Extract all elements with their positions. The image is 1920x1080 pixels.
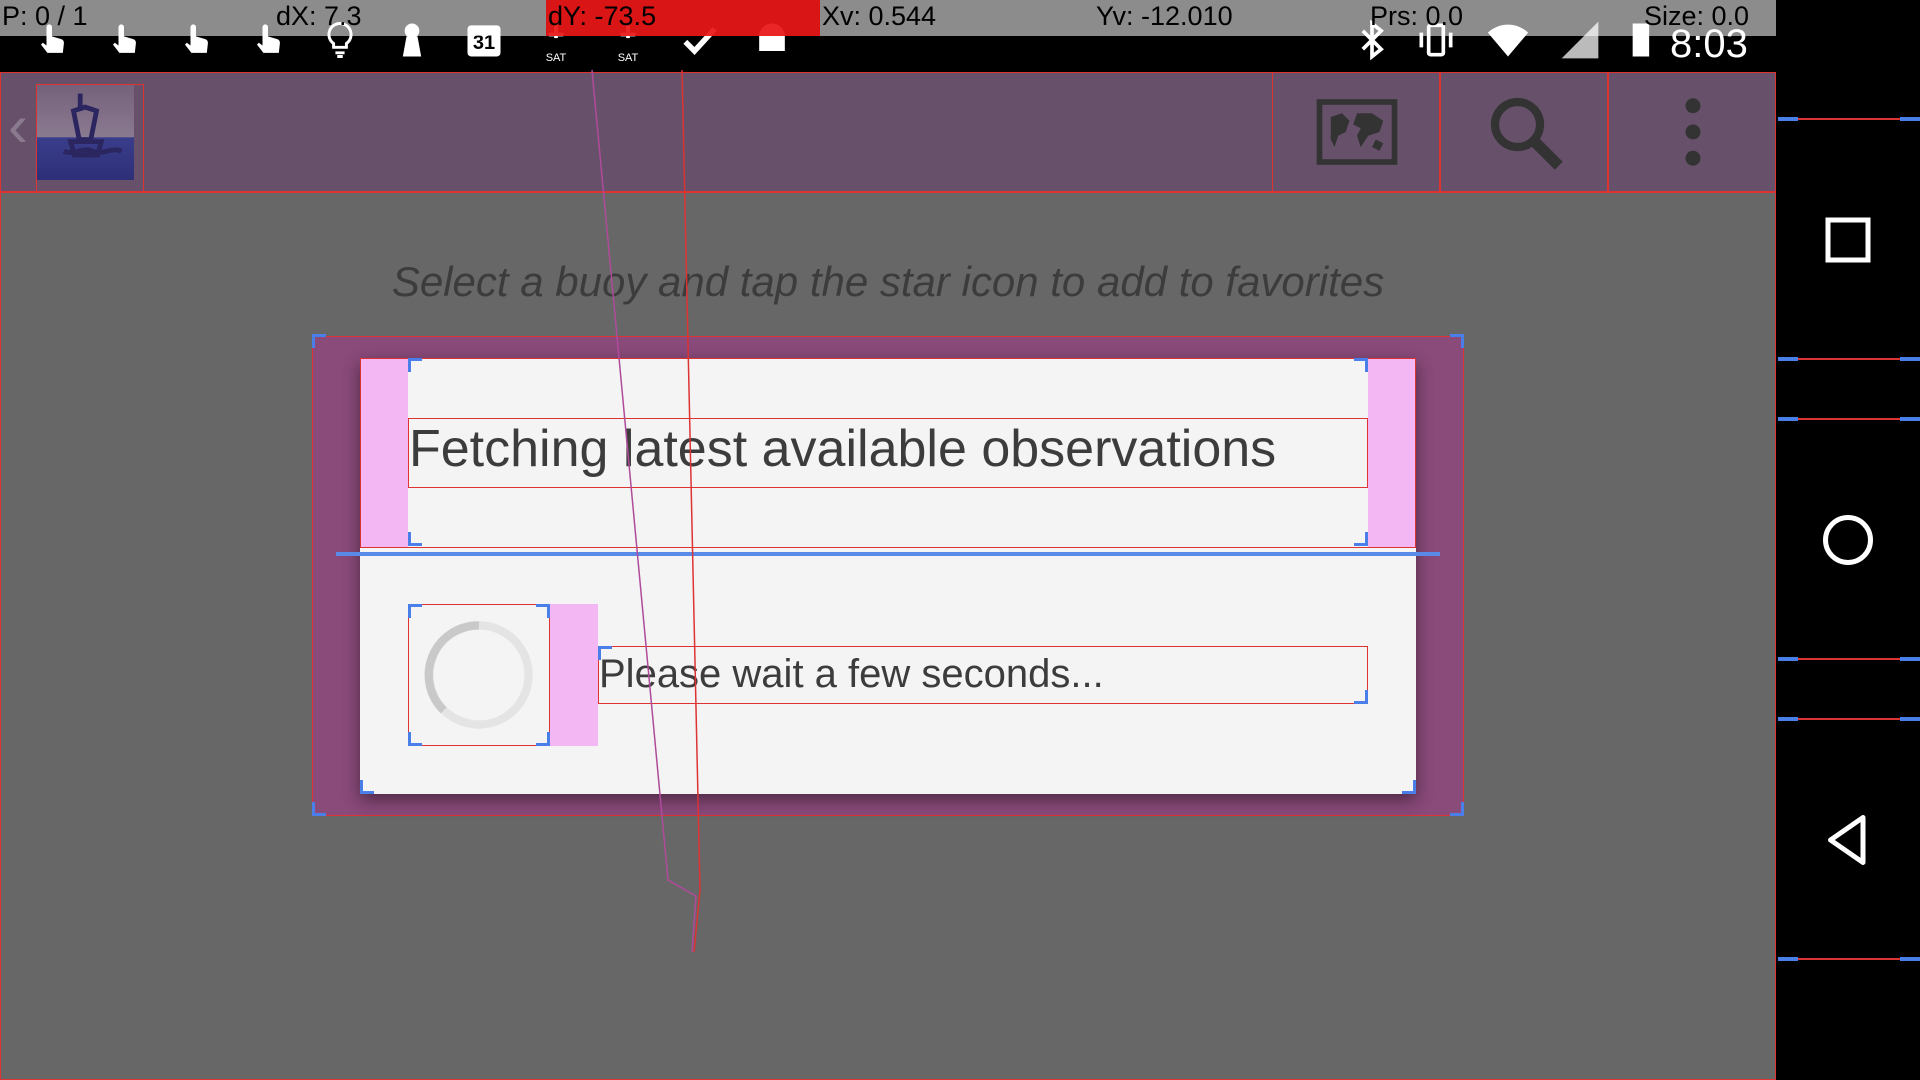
- pointer-xv: Xv: 0.544: [822, 1, 937, 31]
- pointer-pressure: Prs: 0.0: [1370, 1, 1464, 31]
- overflow-menu-button[interactable]: [1608, 72, 1778, 192]
- dialog-title: Fetching latest available observations: [408, 418, 1368, 488]
- dialog-message: Please wait a few seconds...: [598, 646, 1368, 704]
- home-icon: [1823, 515, 1873, 565]
- buoy-icon: [62, 93, 123, 158]
- spinner-margin: [550, 604, 598, 746]
- pointer-yv: Yv: -12.010: [1096, 1, 1233, 31]
- pointer-dy: dY: -73.5: [548, 1, 657, 31]
- pointer-dx: dX: 7.3: [276, 1, 362, 31]
- back-chevron[interactable]: ‹: [8, 96, 28, 156]
- dialog-divider: [336, 552, 1440, 556]
- spinner-icon: [424, 621, 533, 729]
- pointer-count: P: 0 / 1: [2, 1, 88, 31]
- recents-button[interactable]: [1806, 198, 1890, 282]
- home-button[interactable]: [1806, 498, 1890, 582]
- app-logo[interactable]: [36, 84, 134, 180]
- search-button[interactable]: [1440, 72, 1610, 192]
- recents-icon: [1825, 217, 1871, 263]
- world-map-icon: [1316, 99, 1398, 165]
- favorites-hint: Select a buoy and tap the star icon to a…: [391, 258, 1385, 305]
- bounds-tick: [1778, 117, 1920, 121]
- bounds-tick: [1778, 417, 1920, 421]
- bounds-tick: [1778, 717, 1920, 721]
- back-icon: [1828, 815, 1866, 865]
- sat-label: SAT: [617, 52, 639, 64]
- search-icon: [1490, 97, 1563, 170]
- bounds-tick: [1778, 957, 1920, 961]
- map-button[interactable]: [1272, 72, 1442, 192]
- bounds-tick: [1778, 657, 1920, 661]
- back-button[interactable]: [1806, 798, 1890, 882]
- progress-spinner: [408, 604, 550, 746]
- pointer-size: Size: 0.0: [1644, 1, 1750, 31]
- sat-label: SAT: [545, 52, 567, 64]
- overflow-menu-icon: [1685, 98, 1701, 166]
- bounds-tick: [1778, 357, 1920, 361]
